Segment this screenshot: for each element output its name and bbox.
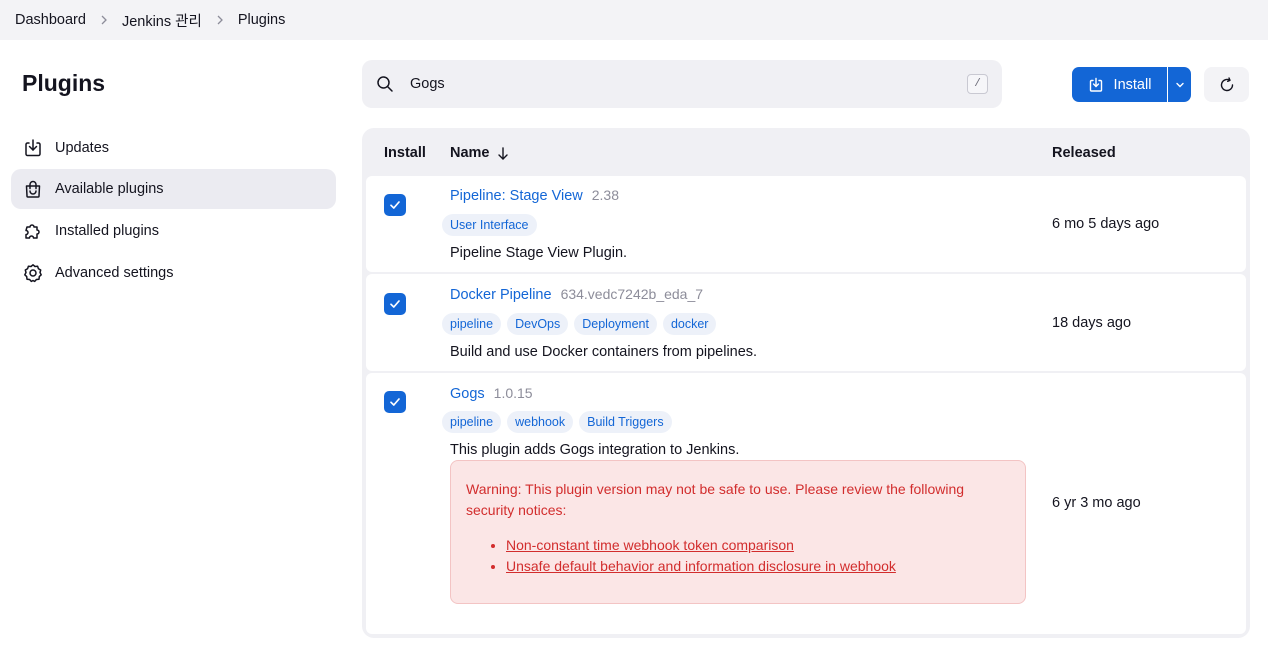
breadcrumb: Dashboard Jenkins 관리 Plugins [0,0,1268,40]
sidebar-item-installed-plugins[interactable]: Installed plugins [11,211,336,251]
plugin-tag[interactable]: Deployment [574,313,657,335]
column-header-name-label: Name [450,145,490,161]
plugin-tag[interactable]: webhook [507,411,574,433]
security-notices-list: Non-constant time webhook token comparis… [466,535,1010,577]
plugin-tags: pipeline DevOps Deployment docker [442,313,722,335]
chevron-right-icon [86,15,122,25]
plugin-tags: User Interface [442,214,543,236]
install-checkbox[interactable] [384,293,406,315]
breadcrumb-plugins[interactable]: Plugins [238,12,286,28]
plugin-tag[interactable]: Build Triggers [579,411,672,433]
page-title: Plugins [22,70,106,96]
plugin-name: Docker Pipeline [450,287,552,303]
plugin-name: Gogs [450,386,485,402]
sidebar-item-label: Updates [55,140,110,156]
plugin-name-link[interactable]: Gogs 1.0.15 [450,385,533,402]
refresh-icon [1220,76,1233,91]
install-button-label: Install [1113,76,1152,93]
plugin-tag[interactable]: User Interface [442,214,537,236]
checkmark-icon [390,201,400,209]
download-icon [23,138,43,158]
plugin-version: 1.0.15 [493,385,533,401]
plugin-released: 18 days ago [1052,315,1132,331]
sidebar-item-updates[interactable]: Updates [11,128,336,168]
sidebar-item-available-plugins[interactable]: Available plugins [11,169,336,209]
security-warning: Warning: This plugin version may not be … [450,460,1026,604]
install-button[interactable]: Install [1072,67,1167,102]
plugin-released: 6 mo 5 days ago [1052,216,1160,232]
sidebar-item-label: Advanced settings [55,265,174,281]
plugin-tag[interactable]: pipeline [442,411,502,433]
search-icon [377,76,393,92]
breadcrumb-dashboard[interactable]: Dashboard [15,12,86,28]
plugin-tag[interactable]: pipeline [442,313,502,335]
security-warning-text: Warning: This plugin version may not be … [466,481,965,518]
refresh-button[interactable] [1204,67,1249,102]
plugin-version: 2.38 [591,187,619,203]
sidebar-item-label: Available plugins [55,181,164,197]
puzzle-icon [23,221,43,241]
table-row: Docker Pipeline 634.vedc7242b_eda_7 pipel… [366,274,1246,371]
checkmark-icon [390,300,400,308]
search-input[interactable] [410,76,940,92]
sidebar-item-label: Installed plugins [55,223,159,239]
gear-icon [23,263,43,283]
table-row: Gogs 1.0.15 pipeline webhook Build Trigge… [366,373,1246,634]
plugin-description: Build and use Docker containers from pip… [450,344,758,360]
plugin-tag[interactable]: docker [662,313,717,335]
list-item: Non-constant time webhook token comparis… [506,535,1010,556]
checkmark-icon [390,398,400,406]
table-row: Pipeline: Stage View 2.38 User Interface … [366,176,1246,272]
plugin-released: 6 yr 3 mo ago [1052,495,1141,511]
plugin-version: 634.vedc7242b_eda_7 [560,286,704,302]
column-header-name[interactable]: Name [450,145,509,161]
security-notice-link[interactable]: Unsafe default behavior and information … [506,558,896,574]
plugin-description: This plugin adds Gogs integration to Jen… [450,442,740,458]
chevron-right-icon [202,15,238,25]
search-bar: / [362,60,1002,108]
install-options-dropdown[interactable] [1168,67,1191,102]
plugins-table: Install Name Released Pipeline: Stage Vi… [362,128,1250,638]
keyboard-shortcut-hint: / [967,74,988,94]
column-header-install: Install [384,145,426,161]
chevron-down-icon [1175,82,1184,87]
sort-arrow-down-icon [497,146,508,160]
shopping-bag-icon [23,179,43,199]
install-checkbox[interactable] [384,391,406,413]
plugin-tags: pipeline webhook Build Triggers [442,411,678,433]
sidebar-item-advanced-settings[interactable]: Advanced settings [11,253,336,293]
install-icon [1089,77,1102,92]
column-header-released: Released [1052,145,1116,161]
breadcrumb-jenkins-manage[interactable]: Jenkins 관리 [122,10,202,31]
plugin-name: Pipeline: Stage View [450,188,583,204]
security-notice-link[interactable]: Non-constant time webhook token comparis… [506,537,794,553]
plugin-name-link[interactable]: Docker Pipeline 634.vedc7242b_eda_7 [450,286,703,303]
plugin-name-link[interactable]: Pipeline: Stage View 2.38 [450,187,619,204]
install-checkbox[interactable] [384,194,406,216]
plugin-description: Pipeline Stage View Plugin. [450,245,628,261]
plugin-tag[interactable]: DevOps [507,313,569,335]
list-item: Unsafe default behavior and information … [506,556,1010,577]
